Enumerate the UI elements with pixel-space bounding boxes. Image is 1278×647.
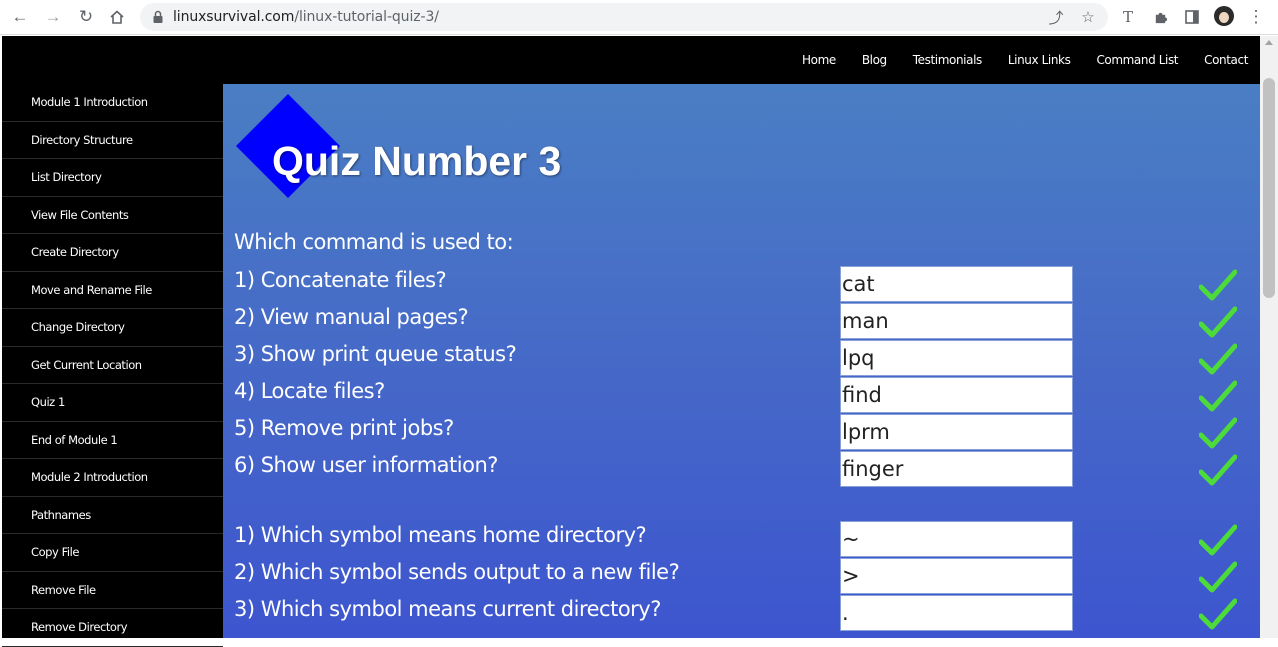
quiz-title-logo: Quiz Number 3	[236, 94, 561, 206]
question-label: 3) Which symbol means current directory?	[234, 597, 661, 621]
scrollbar-thumb[interactable]	[1263, 78, 1275, 298]
bookmark-star-icon[interactable]: ☆	[1078, 7, 1098, 27]
question-row: 1) Concatenate files?	[223, 266, 1260, 303]
sidebar-item-view-file-contents[interactable]: View File Contents	[2, 197, 223, 234]
sidebar-item-create-directory[interactable]: Create Directory	[2, 234, 223, 272]
forward-arrow-icon[interactable]: →	[41, 5, 65, 29]
question-row: 6) Show user information?	[223, 451, 1260, 488]
sidebar-item-end-of-module-1[interactable]: End of Module 1	[2, 422, 223, 459]
checkmark-icon	[1199, 454, 1237, 486]
nav-linux-links[interactable]: Linux Links	[1008, 53, 1071, 67]
page-scrollbar[interactable]	[1260, 36, 1278, 638]
answer-input[interactable]	[840, 266, 1073, 302]
site-header: Home Blog Testimonials Linux Links Comma…	[2, 36, 1260, 84]
nav-blog[interactable]: Blog	[862, 53, 887, 67]
sidebar-menu: Module 1 Introduction Directory Structur…	[2, 84, 223, 647]
question-row: 1) Which symbol means home directory?	[223, 521, 1260, 558]
nav-contact[interactable]: Contact	[1204, 53, 1248, 67]
question-row: 3) Show print queue status?	[223, 340, 1260, 377]
side-panel-icon[interactable]	[1180, 5, 1204, 29]
answer-input[interactable]	[840, 451, 1073, 487]
sidebar-item-list-directory[interactable]: List Directory	[2, 159, 223, 197]
question-label: 4) Locate files?	[234, 379, 385, 403]
answer-input[interactable]	[840, 595, 1073, 631]
question-label: 1) Which symbol means home directory?	[234, 523, 647, 547]
nav-testimonials[interactable]: Testimonials	[913, 53, 982, 67]
quiz-intro: Which command is used to:	[234, 230, 514, 254]
question-row: 4) Locate files?	[223, 377, 1260, 414]
question-row: 3) Which symbol means current directory?	[223, 595, 1260, 632]
question-label: 2) Which symbol sends output to a new fi…	[234, 560, 680, 584]
answer-input[interactable]	[840, 303, 1073, 339]
top-navigation: Home Blog Testimonials Linux Links Comma…	[776, 36, 1248, 84]
question-label: 5) Remove print jobs?	[234, 416, 454, 440]
checkmark-icon	[1199, 380, 1237, 412]
question-label: 3) Show print queue status?	[234, 342, 517, 366]
nav-command-list[interactable]: Command List	[1096, 53, 1178, 67]
checkmark-icon	[1199, 417, 1237, 449]
sidebar-item-directory-structure[interactable]: Directory Structure	[2, 122, 223, 159]
address-bar[interactable]: linuxsurvival.com/linux-tutorial-quiz-3/…	[140, 3, 1108, 31]
url-text: linuxsurvival.com/linux-tutorial-quiz-3/	[173, 9, 439, 25]
sidebar-item-module-2-introduction[interactable]: Module 2 Introduction	[2, 459, 223, 497]
sidebar-item-quiz-1[interactable]: Quiz 1	[2, 384, 223, 422]
checkmark-icon	[1199, 561, 1237, 593]
question-row: 5) Remove print jobs?	[223, 414, 1260, 451]
question-row: 2) View manual pages?	[223, 303, 1260, 340]
sidebar-item-copy-file[interactable]: Copy File	[2, 534, 223, 572]
answer-input[interactable]	[840, 377, 1073, 413]
sidebar-item-remove-file[interactable]: Remove File	[2, 572, 223, 609]
reload-icon[interactable]: ↻	[74, 5, 98, 29]
kebab-menu-icon[interactable]: ⋮	[1244, 5, 1268, 29]
sidebar-item-module-1-introduction[interactable]: Module 1 Introduction	[2, 84, 223, 122]
sidebar-item-get-current-location[interactable]: Get Current Location	[2, 347, 223, 384]
home-icon[interactable]	[105, 5, 129, 29]
sidebar-item-move-rename-file[interactable]: Move and Rename File	[2, 272, 223, 309]
lock-icon	[153, 10, 163, 23]
sidebar-item-pathnames[interactable]: Pathnames	[2, 497, 223, 534]
checkmark-icon	[1199, 598, 1237, 630]
nav-home[interactable]: Home	[802, 53, 836, 67]
answer-input[interactable]	[840, 414, 1073, 450]
answer-input[interactable]	[840, 558, 1073, 594]
page-title: Quiz Number 3	[272, 138, 562, 184]
sidebar-item-remove-directory[interactable]: Remove Directory	[2, 609, 223, 647]
back-arrow-icon[interactable]: ←	[8, 5, 32, 29]
sidebar-item-change-directory[interactable]: Change Directory	[2, 309, 223, 347]
checkmark-icon	[1199, 306, 1237, 338]
profile-avatar[interactable]	[1214, 6, 1234, 26]
puzzle-extensions-icon[interactable]	[1148, 5, 1172, 29]
question-label: 6) Show user information?	[234, 453, 498, 477]
question-label: 1) Concatenate files?	[234, 268, 447, 292]
checkmark-icon	[1199, 343, 1237, 375]
question-row: 2) Which symbol sends output to a new fi…	[223, 558, 1260, 595]
share-icon[interactable]: ⤴	[1046, 7, 1066, 27]
question-label: 2) View manual pages?	[234, 305, 469, 329]
checkmark-icon	[1199, 524, 1237, 556]
scroll-up-arrow-icon[interactable]	[1265, 40, 1273, 45]
answer-input[interactable]	[840, 521, 1073, 557]
text-extension-icon[interactable]: T	[1116, 5, 1140, 29]
browser-toolbar: ← → ↻ linuxsurvival.com/linux-tutorial-q…	[0, 0, 1278, 35]
answer-input[interactable]	[840, 340, 1073, 376]
quiz-content: Quiz Number 3 Which command is used to: …	[223, 84, 1260, 638]
checkmark-icon	[1199, 269, 1237, 301]
